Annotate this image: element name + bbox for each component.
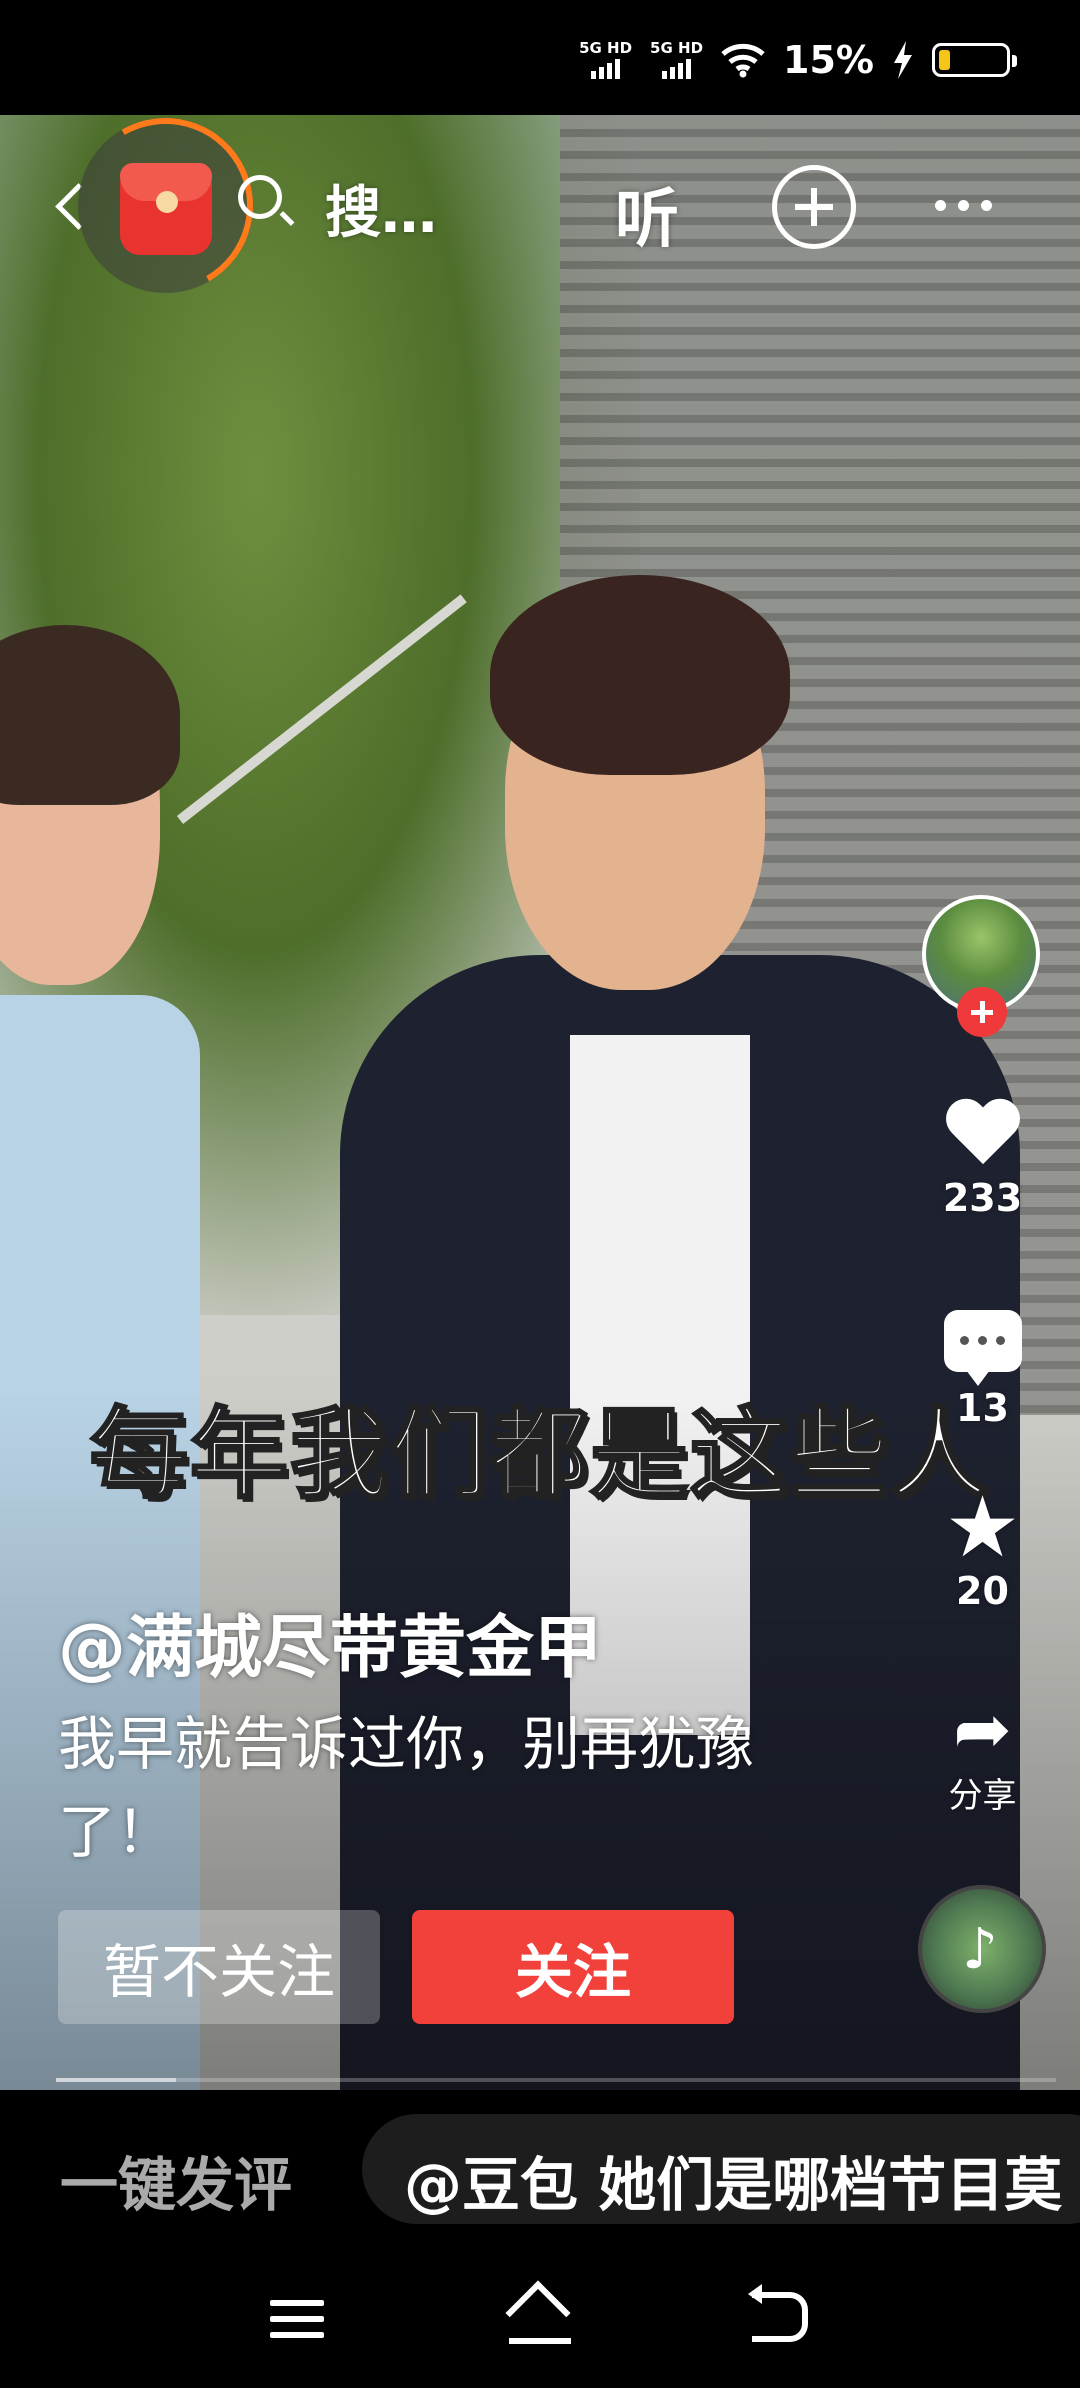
ask-doubao-text: @豆包 她们是哪档节目莫 bbox=[404, 2151, 1063, 2219]
star-icon: ★ bbox=[944, 1478, 1021, 1576]
plus-circle-icon[interactable] bbox=[772, 165, 856, 249]
comment-button[interactable]: 13 bbox=[920, 1310, 1045, 1430]
search-icon[interactable] bbox=[238, 175, 282, 219]
red-packet-icon bbox=[120, 163, 212, 255]
signal-1: 5G HD bbox=[579, 41, 632, 79]
menu-icon[interactable] bbox=[270, 2300, 324, 2348]
network-label-1: 5G HD bbox=[579, 39, 633, 57]
comment-icon bbox=[943, 1310, 1022, 1386]
wifi-icon bbox=[721, 43, 765, 78]
music-note-icon: ♪ bbox=[962, 1917, 998, 1982]
signal-bars-icon bbox=[591, 59, 621, 79]
signal-2: 5G HD bbox=[650, 41, 703, 79]
heart-icon bbox=[943, 1100, 1023, 1172]
system-nav-bar bbox=[0, 2250, 1080, 2388]
home-icon[interactable] bbox=[505, 2280, 573, 2346]
share-label: 分享 bbox=[948, 1776, 1017, 1816]
battery-icon bbox=[932, 43, 1017, 77]
listen-button[interactable]: 听 bbox=[615, 168, 679, 260]
like-button[interactable]: 233 bbox=[920, 1100, 1045, 1220]
network-label-2: 5G HD bbox=[650, 39, 704, 57]
comment-bar: 一键发评 @豆包 她们是哪档节目莫 bbox=[0, 2090, 1080, 2250]
more-dots-icon[interactable] bbox=[935, 200, 992, 211]
video-progress-played bbox=[56, 2078, 176, 2082]
quick-comment-button[interactable]: 一键发评 bbox=[60, 2138, 292, 2222]
bolt-icon bbox=[894, 41, 912, 79]
like-count: 233 bbox=[942, 1176, 1023, 1220]
search-text[interactable]: 搜… bbox=[325, 168, 437, 249]
ask-doubao-pill[interactable]: @豆包 她们是哪档节目莫 bbox=[362, 2114, 1080, 2224]
favorite-count: 20 bbox=[956, 1569, 1009, 1613]
battery-fill bbox=[939, 50, 950, 70]
status-icons: 5G HD 5G HD 15% bbox=[579, 30, 1017, 90]
comment-count: 13 bbox=[956, 1386, 1009, 1430]
music-disc[interactable]: ♪ bbox=[918, 1885, 1046, 2013]
not-follow-button[interactable]: 暂不关注 bbox=[58, 1910, 380, 2024]
follow-button[interactable]: 关注 bbox=[412, 1910, 734, 2024]
video-description: 我早就告诉过你，别再犹豫了！ bbox=[58, 1710, 755, 1866]
back-icon[interactable] bbox=[748, 2284, 808, 2342]
video-subtitle: 每年我们都是这些人 bbox=[88, 1396, 990, 1514]
battery-percent: 15% bbox=[783, 38, 874, 82]
favorite-button[interactable]: ★ 20 bbox=[920, 1485, 1045, 1613]
share-arrow-icon: ➦ bbox=[953, 1688, 1012, 1770]
status-bar: 5G HD 5G HD 15% bbox=[0, 0, 1080, 115]
video-progress-bar[interactable] bbox=[56, 2078, 1056, 2082]
plus-icon[interactable] bbox=[957, 987, 1007, 1037]
author-name[interactable]: @满城尽带黄金甲 bbox=[58, 1592, 602, 1691]
signal-bars-icon bbox=[662, 59, 692, 79]
share-button[interactable]: ➦ 分享 bbox=[920, 1690, 1045, 1817]
red-packet-button[interactable] bbox=[58, 98, 273, 313]
